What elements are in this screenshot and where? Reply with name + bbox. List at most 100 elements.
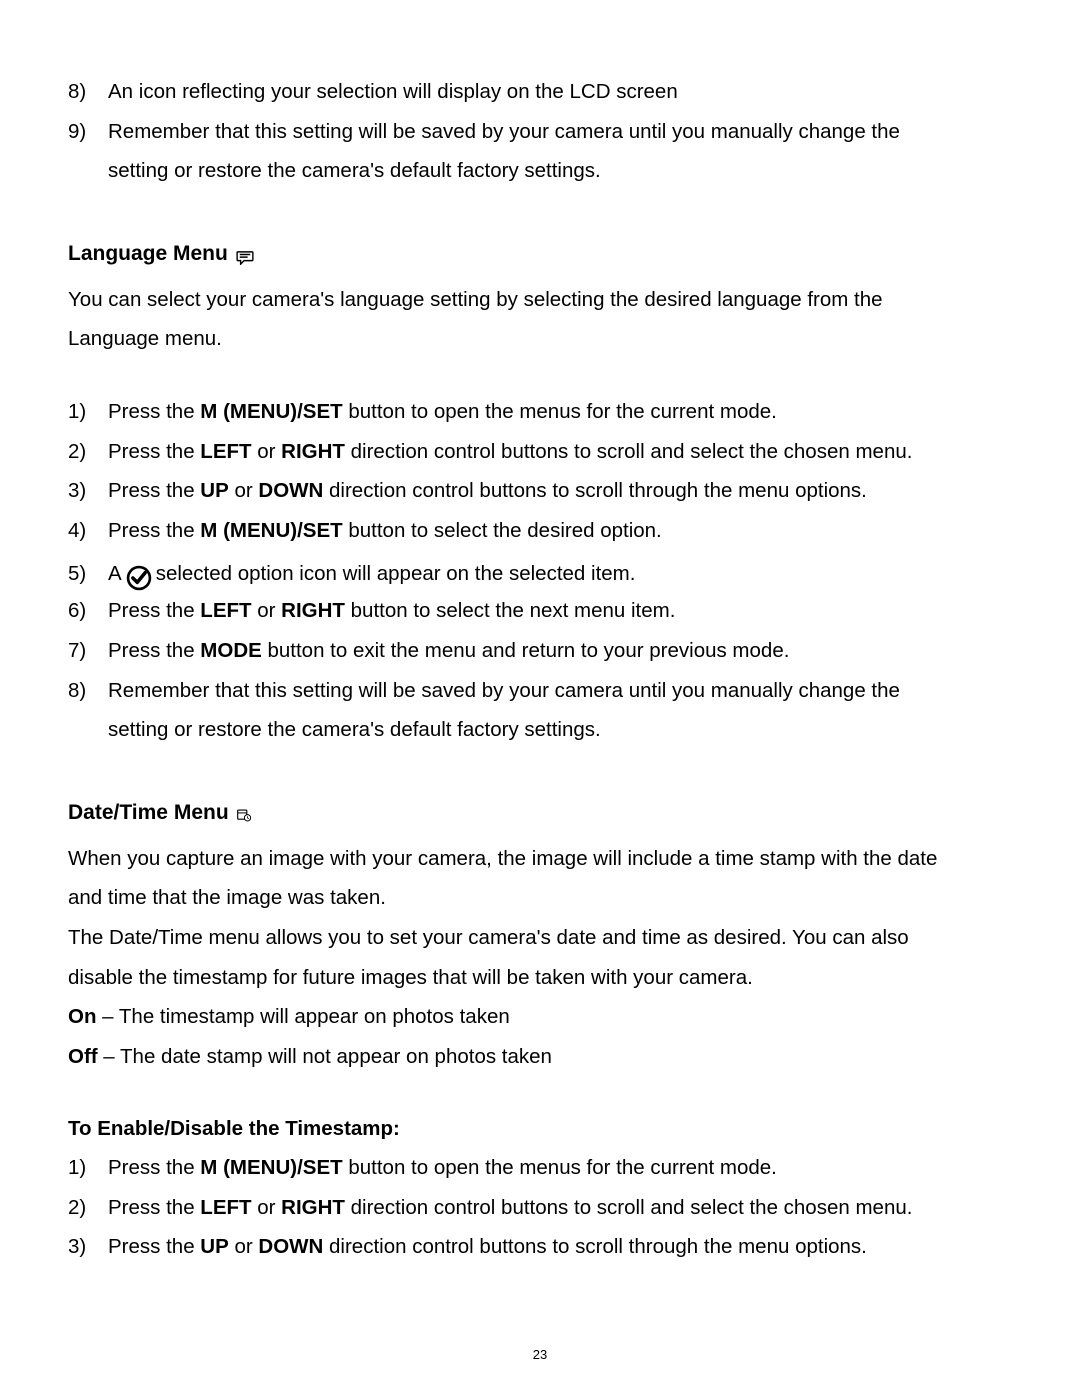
list-number: 5): [68, 562, 108, 587]
list-item: 3) Press the UP or DOWN direction contro…: [68, 1235, 1010, 1260]
list-text-continuation: setting or restore the camera's default …: [68, 718, 1010, 743]
list-text: Press the MODE button to exit the menu a…: [108, 639, 1010, 664]
text: button to open the menus for the current…: [343, 400, 777, 423]
list-text: Press the LEFT or RIGHT direction contro…: [108, 1196, 1010, 1221]
list-item: 2) Press the LEFT or RIGHT direction con…: [68, 440, 1010, 465]
list-number: 1): [68, 400, 108, 425]
checkmark-circle-icon: [125, 564, 153, 592]
text-bold: UP: [200, 479, 228, 502]
list-number: 9): [68, 120, 108, 145]
text: or: [252, 599, 282, 622]
option-on: On – The timestamp will appear on photos…: [68, 1005, 1010, 1030]
text: button to select the desired option.: [343, 519, 662, 542]
list-text: An icon reflecting your selection will d…: [108, 80, 1010, 105]
paragraph: disable the timestamp for future images …: [68, 966, 1010, 991]
list-item: 5) A selected option icon will appear on…: [68, 558, 1010, 586]
text: button to open the menus for the current…: [343, 1156, 777, 1179]
list-item: 8) Remember that this setting will be sa…: [68, 679, 1010, 704]
text: or: [252, 440, 282, 463]
list-text: Remember that this setting will be saved…: [108, 679, 1010, 704]
text: Press the: [108, 599, 200, 622]
list-text: Press the LEFT or RIGHT direction contro…: [108, 440, 1010, 465]
page-number: 23: [0, 1347, 1080, 1362]
text-bold: UP: [200, 1235, 228, 1258]
paragraph: and time that the image was taken.: [68, 886, 1010, 911]
paragraph: Language menu.: [68, 327, 1010, 352]
text-bold: DOWN: [258, 479, 323, 502]
calendar-clock-icon: [237, 804, 251, 818]
list-item: 1) Press the M (MENU)/SET button to open…: [68, 400, 1010, 425]
text-bold: RIGHT: [281, 440, 345, 463]
text: Press the: [108, 1156, 200, 1179]
text: or: [229, 479, 259, 502]
list-item: 1) Press the M (MENU)/SET button to open…: [68, 1156, 1010, 1181]
list-text: Press the UP or DOWN direction control b…: [108, 1235, 1010, 1260]
list-text-continuation: setting or restore the camera's default …: [68, 159, 1010, 184]
text-bold: MODE: [200, 639, 262, 662]
text: Press the: [108, 519, 200, 542]
list-number: 3): [68, 1235, 108, 1260]
text: direction control buttons to scroll thro…: [323, 1235, 867, 1258]
list-text: Press the UP or DOWN direction control b…: [108, 479, 1010, 504]
text-bold: DOWN: [258, 1235, 323, 1258]
list-item: 2) Press the LEFT or RIGHT direction con…: [68, 1196, 1010, 1221]
list-number: 3): [68, 479, 108, 504]
text-bold: Off: [68, 1045, 98, 1068]
text-bold: On: [68, 1005, 96, 1028]
paragraph: When you capture an image with your came…: [68, 847, 1010, 872]
text: or: [229, 1235, 259, 1258]
text: Press the: [108, 639, 200, 662]
text: A: [108, 562, 122, 587]
list-text: Remember that this setting will be saved…: [108, 120, 1010, 145]
list-item: 3) Press the UP or DOWN direction contro…: [68, 479, 1010, 504]
page: 8) An icon reflecting your selection wil…: [0, 0, 1080, 1397]
list-number: 7): [68, 639, 108, 664]
text: direction control buttons to scroll and …: [345, 1196, 912, 1219]
paragraph: You can select your camera's language se…: [68, 288, 1010, 313]
text-bold: M (MENU)/SET: [200, 400, 342, 423]
list-number: 1): [68, 1156, 108, 1181]
text: Press the: [108, 1196, 200, 1219]
list-text: Press the LEFT or RIGHT button to select…: [108, 599, 1010, 624]
heading-language-menu: Language Menu: [68, 242, 1010, 266]
text: Press the: [108, 1235, 200, 1258]
list-item: 9) Remember that this setting will be sa…: [68, 120, 1010, 145]
heading-datetime-menu: Date/Time Menu: [68, 801, 1010, 825]
list-text: A selected option icon will appear on th…: [108, 558, 1010, 586]
text: or: [252, 1196, 282, 1219]
speech-bubble-icon: [236, 247, 254, 261]
list-text: Press the M (MENU)/SET button to select …: [108, 519, 1010, 544]
heading-text: Language Menu: [68, 242, 228, 266]
text: button to select the next menu item.: [345, 599, 675, 622]
text-bold: M (MENU)/SET: [200, 1156, 342, 1179]
list-number: 8): [68, 679, 108, 704]
list-number: 2): [68, 440, 108, 465]
list-number: 6): [68, 599, 108, 624]
text: Press the: [108, 440, 200, 463]
list-number: 4): [68, 519, 108, 544]
text: direction control buttons to scroll thro…: [323, 479, 867, 502]
text: Press the: [108, 400, 200, 423]
text-bold: LEFT: [200, 599, 251, 622]
list-item: 4) Press the M (MENU)/SET button to sele…: [68, 519, 1010, 544]
text: Press the: [108, 479, 200, 502]
subheading-timestamp: To Enable/Disable the Timestamp:: [68, 1117, 1010, 1141]
text: – The timestamp will appear on photos ta…: [96, 1005, 509, 1028]
text-bold: LEFT: [200, 440, 251, 463]
text: – The date stamp will not appear on phot…: [98, 1045, 552, 1068]
list-text: Press the M (MENU)/SET button to open th…: [108, 400, 1010, 425]
list-item: 7) Press the MODE button to exit the men…: [68, 639, 1010, 664]
option-off: Off – The date stamp will not appear on …: [68, 1045, 1010, 1070]
text: button to exit the menu and return to yo…: [262, 639, 790, 662]
heading-text: Date/Time Menu: [68, 801, 229, 825]
text-bold: LEFT: [200, 1196, 251, 1219]
list-number: 8): [68, 80, 108, 105]
text-bold: RIGHT: [281, 599, 345, 622]
paragraph: The Date/Time menu allows you to set you…: [68, 926, 1010, 951]
list-item: 6) Press the LEFT or RIGHT button to sel…: [68, 599, 1010, 624]
list-number: 2): [68, 1196, 108, 1221]
text: selected option icon will appear on the …: [156, 562, 636, 587]
list-item: 8) An icon reflecting your selection wil…: [68, 80, 1010, 105]
text-bold: M (MENU)/SET: [200, 519, 342, 542]
text-bold: RIGHT: [281, 1196, 345, 1219]
